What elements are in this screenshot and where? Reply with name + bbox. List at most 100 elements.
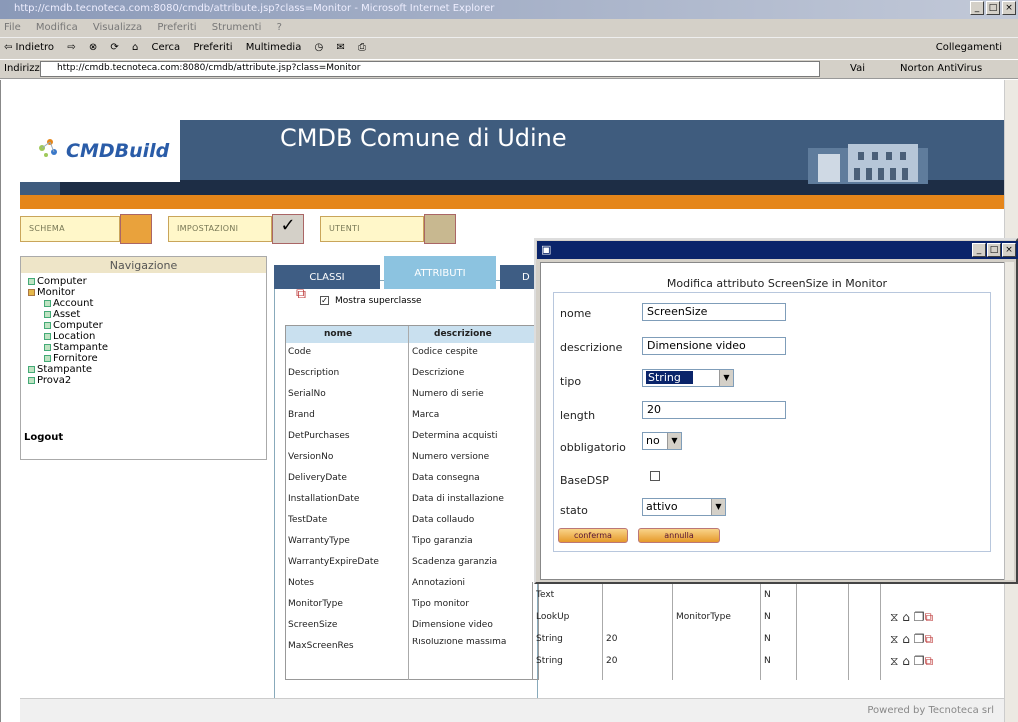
user-icon[interactable] bbox=[424, 214, 456, 244]
confirm-button[interactable]: conferma bbox=[558, 528, 628, 543]
expand-icon[interactable] bbox=[44, 343, 51, 351]
expand-icon[interactable] bbox=[44, 332, 51, 340]
expand-icon[interactable] bbox=[28, 277, 35, 285]
hourglass-icon[interactable]: ⧖ bbox=[890, 632, 898, 646]
cell-descrizione[interactable]: Tipo monitor bbox=[412, 599, 536, 609]
nav-item-account[interactable]: Account bbox=[44, 298, 93, 309]
menu-modifica[interactable]: Modifica bbox=[36, 22, 78, 33]
utenti-button[interactable]: UTENTI bbox=[320, 216, 424, 242]
forward-button[interactable]: ⇨ bbox=[67, 42, 75, 53]
nav-item-stampante-sub[interactable]: Stampante bbox=[44, 342, 108, 353]
schema-icon[interactable] bbox=[120, 214, 152, 244]
favorites-button[interactable]: Preferiti bbox=[193, 42, 232, 53]
dialog-close-button[interactable]: × bbox=[1002, 243, 1016, 257]
tab-classi[interactable]: CLASSI bbox=[274, 265, 380, 289]
cell-nome[interactable]: MaxScreenRes bbox=[288, 641, 406, 651]
search-button[interactable]: Cerca bbox=[152, 42, 181, 53]
nav-item-asset[interactable]: Asset bbox=[44, 309, 80, 320]
lock-icon[interactable]: ⌂ bbox=[902, 632, 910, 646]
cell-descrizione[interactable]: Marca bbox=[412, 410, 536, 420]
history-icon[interactable]: ◷ bbox=[315, 42, 324, 53]
show-superclass-toggle[interactable]: ✓ Mostra superclasse bbox=[320, 296, 422, 306]
descrizione-field[interactable]: Dimensione video bbox=[642, 337, 786, 355]
menu-strumenti[interactable]: Strumenti bbox=[212, 22, 262, 33]
add-attribute-icon[interactable]: ⧉ bbox=[296, 286, 306, 302]
chevron-down-icon[interactable]: ▼ bbox=[667, 433, 681, 449]
hourglass-icon[interactable]: ⧖ bbox=[890, 610, 898, 624]
dialog-scrollbar[interactable] bbox=[1004, 262, 1014, 580]
nav-item-stampante[interactable]: Stampante bbox=[28, 364, 92, 375]
stop-icon[interactable]: ⊗ bbox=[89, 42, 97, 53]
cell-descrizione[interactable]: Data collaudo bbox=[412, 515, 536, 525]
expand-icon[interactable] bbox=[28, 376, 35, 384]
cell-descrizione[interactable]: Data di installazione bbox=[412, 494, 536, 504]
cell-descrizione[interactable]: Descrizione bbox=[412, 368, 536, 378]
nav-item-computer[interactable]: Computer bbox=[28, 276, 87, 287]
nav-item-location[interactable]: Location bbox=[44, 331, 95, 342]
tipo-select[interactable]: String ▼ bbox=[642, 369, 734, 387]
expand-icon[interactable] bbox=[44, 310, 51, 318]
cell-nome[interactable]: DetPurchases bbox=[288, 431, 406, 441]
nav-item-prova2[interactable]: Prova2 bbox=[28, 375, 71, 386]
back-button[interactable]: ⇦ Indietro bbox=[4, 42, 54, 53]
cell-nome[interactable]: WarrantyType bbox=[288, 536, 406, 546]
basedsp-checkbox[interactable] bbox=[650, 471, 660, 481]
obbligatorio-select[interactable]: no ▼ bbox=[642, 432, 682, 450]
cell-nome[interactable]: InstallationDate bbox=[288, 494, 406, 504]
print-icon[interactable]: ⎙ bbox=[358, 42, 366, 53]
cell-descrizione[interactable]: Data consegna bbox=[412, 473, 536, 483]
links-label[interactable]: Collegamenti bbox=[936, 42, 1002, 53]
menu-preferiti[interactable]: Preferiti bbox=[157, 22, 196, 33]
nav-item-computer-sub[interactable]: Computer bbox=[44, 320, 103, 331]
chevron-down-icon[interactable]: ▼ bbox=[719, 370, 733, 386]
stato-select[interactable]: attivo ▼ bbox=[642, 498, 726, 516]
expand-icon[interactable] bbox=[44, 354, 51, 362]
dialog-minimize-button[interactable]: _ bbox=[972, 243, 986, 257]
cell-descrizione[interactable]: Dimensione video bbox=[412, 620, 536, 630]
cell-descrizione[interactable]: Tipo garanzia bbox=[412, 536, 536, 546]
superclass-checkbox[interactable]: ✓ bbox=[320, 296, 329, 305]
tab-attributi[interactable]: ATTRIBUTI bbox=[384, 256, 496, 289]
copy-icon[interactable]: ❐ bbox=[914, 610, 925, 624]
dialog-title-bar[interactable]: ▣ _ □ × bbox=[537, 241, 1018, 259]
cell-descrizione[interactable]: Scadenza garanzia bbox=[412, 557, 536, 567]
cell-nome[interactable]: SerialNo bbox=[288, 389, 406, 399]
schema-button[interactable]: SCHEMA bbox=[20, 216, 120, 242]
cell-nome[interactable]: DeliveryDate bbox=[288, 473, 406, 483]
cell-nome[interactable]: ScreenSize bbox=[288, 620, 406, 630]
nome-field[interactable]: ScreenSize bbox=[642, 303, 786, 321]
cell-descrizione[interactable]: Risoluzione massima bbox=[412, 638, 536, 647]
cell-nome[interactable]: TestDate bbox=[288, 515, 406, 525]
cell-nome[interactable]: Description bbox=[288, 368, 406, 378]
nav-item-fornitore[interactable]: Fornitore bbox=[44, 353, 98, 364]
checkmark-icon[interactable]: ✓ bbox=[272, 214, 304, 244]
hourglass-icon[interactable]: ⧖ bbox=[890, 654, 898, 668]
close-button[interactable]: × bbox=[1002, 1, 1016, 15]
mail-icon[interactable]: ✉ bbox=[336, 42, 344, 53]
lock-icon[interactable]: ⌂ bbox=[902, 610, 910, 624]
minimize-button[interactable]: _ bbox=[970, 1, 984, 15]
expand-icon[interactable] bbox=[44, 299, 51, 307]
edit-icon[interactable]: ⧉ bbox=[924, 610, 933, 624]
edit-icon[interactable]: ⧉ bbox=[924, 654, 933, 668]
length-field[interactable]: 20 bbox=[642, 401, 786, 419]
cell-nome[interactable]: Brand bbox=[288, 410, 406, 420]
lock-icon[interactable]: ⌂ bbox=[902, 654, 910, 668]
cell-nome[interactable]: Code bbox=[288, 347, 406, 357]
cell-descrizione[interactable]: Determina acquisti bbox=[412, 431, 536, 441]
menu-help[interactable]: ? bbox=[277, 22, 282, 33]
home-icon[interactable]: ⌂ bbox=[132, 42, 138, 53]
cell-descrizione[interactable]: Annotazioni bbox=[412, 578, 536, 588]
edit-icon[interactable]: ⧉ bbox=[924, 632, 933, 646]
cell-nome[interactable]: MonitorType bbox=[288, 599, 406, 609]
menu-visualizza[interactable]: Visualizza bbox=[93, 22, 142, 33]
chevron-down-icon[interactable]: ▼ bbox=[711, 499, 725, 515]
maximize-button[interactable]: □ bbox=[986, 1, 1000, 15]
impostazioni-button[interactable]: IMPOSTAZIONI bbox=[168, 216, 272, 242]
cell-nome[interactable]: VersionNo bbox=[288, 452, 406, 462]
multimedia-button[interactable]: Multimedia bbox=[246, 42, 302, 53]
cell-descrizione[interactable]: Numero versione bbox=[412, 452, 536, 462]
cell-descrizione[interactable]: Codice cespite bbox=[412, 347, 536, 357]
window-title-bar[interactable]: http://cmdb.tecnoteca.com:8080/cmdb/attr… bbox=[0, 0, 1018, 19]
copy-icon[interactable]: ❐ bbox=[914, 632, 925, 646]
